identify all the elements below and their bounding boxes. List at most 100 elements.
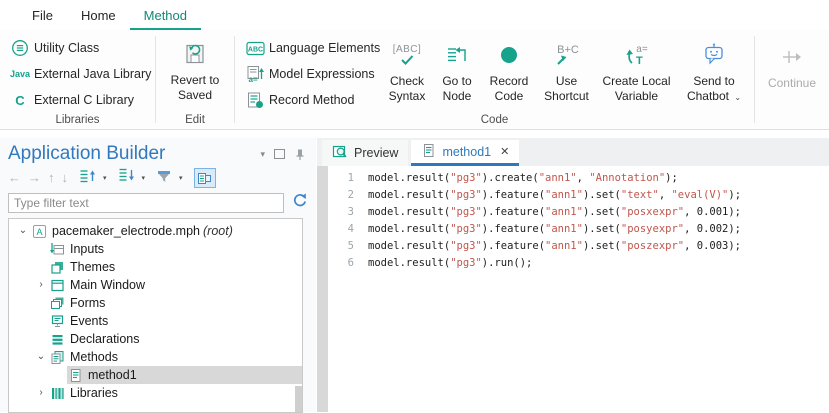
- chevron-down-icon[interactable]: ⌄: [15, 222, 31, 240]
- group-label-edit: Edit: [156, 114, 234, 126]
- check-syntax-button[interactable]: [ABC] Check Syntax: [383, 35, 431, 103]
- model-expressions-button[interactable]: a= Model Expressions: [235, 61, 383, 87]
- tree-item-label: Libraries: [70, 386, 118, 400]
- editor-area: Preview method1 ✕ 123456 model.result("p…: [317, 138, 829, 412]
- svg-text:A: A: [36, 227, 42, 237]
- method-doc-icon: [67, 368, 83, 383]
- ribbon-group-continue: Continue: [755, 30, 829, 129]
- language-elements-button[interactable]: ABC Language Elements: [235, 35, 383, 61]
- line-number: 4: [328, 221, 354, 238]
- record-code-icon: [499, 38, 519, 72]
- tree-scrollbar-thumb[interactable]: [295, 386, 302, 412]
- tree-item-label: Declarations: [70, 332, 139, 346]
- tree-item-label: Methods: [70, 350, 118, 364]
- back-icon[interactable]: ←: [8, 170, 21, 186]
- expand-list-icon[interactable]: [79, 168, 96, 188]
- utility-class-button[interactable]: Utility Class: [0, 35, 155, 61]
- tree-item-events[interactable]: Events: [9, 312, 302, 330]
- tree-item-main-window[interactable]: ›Main Window: [9, 276, 302, 294]
- tree-item-declarations[interactable]: Declarations: [9, 330, 302, 348]
- application-builder-panel: Application Builder ▾ ← → ↑ ↓ ▾ ▾ ▾: [0, 138, 316, 412]
- chevron-right-icon[interactable]: ›: [33, 276, 49, 294]
- tree-item-label: pacemaker_electrode.mph: [52, 224, 200, 238]
- editor-tabstrip: Preview method1 ✕: [317, 138, 829, 166]
- external-java-library-button[interactable]: Java External Java Library: [0, 61, 155, 87]
- tab-method1[interactable]: method1 ✕: [411, 140, 519, 166]
- chevron-down-icon[interactable]: ▾: [179, 174, 183, 182]
- go-to-node-icon: [446, 38, 468, 72]
- model-expressions-label: Model Expressions: [269, 67, 375, 81]
- tree-item-pacemaker-electrode-mph[interactable]: ⌄ Apacemaker_electrode.mph(root): [9, 222, 302, 240]
- chevron-down-icon[interactable]: ▾: [142, 174, 146, 182]
- tree-item-suffix: (root): [203, 224, 233, 238]
- tab-method[interactable]: Method: [130, 0, 201, 30]
- external-c-library-button[interactable]: C External C Library: [0, 87, 155, 113]
- tree-item-method1[interactable]: method1: [9, 366, 302, 384]
- tab-home[interactable]: Home: [67, 0, 130, 30]
- revert-to-saved-button[interactable]: Revert to Saved: [156, 30, 234, 102]
- inputs-icon: [49, 242, 65, 257]
- external-c-library-label: External C Library: [34, 93, 134, 107]
- tree-item-libraries[interactable]: › Libraries: [9, 384, 302, 402]
- send-to-chatbot-label: Send to Chatbot ⌄: [678, 74, 750, 105]
- collapse-list-icon[interactable]: [118, 168, 135, 188]
- use-shortcut-icon: B+C: [554, 38, 580, 72]
- pin-icon[interactable]: [294, 148, 306, 161]
- preview-icon: [332, 144, 348, 162]
- main-window-icon: [49, 278, 65, 293]
- tab-file[interactable]: File: [18, 0, 67, 30]
- panel-menu-icon[interactable]: ▾: [260, 149, 265, 160]
- tree-item-forms[interactable]: Forms: [9, 294, 302, 312]
- app-tree[interactable]: ⌄ Apacemaker_electrode.mph(root) InputsThe…: [8, 218, 303, 413]
- record-code-button[interactable]: Record Code: [483, 35, 535, 103]
- tree-item-methods[interactable]: ⌄ Methods: [9, 348, 302, 366]
- tree-item-themes[interactable]: Themes: [9, 258, 302, 276]
- svg-text:a=: a=: [636, 44, 648, 55]
- record-method-button[interactable]: Record Method: [235, 87, 383, 113]
- ribbon-tabbar: File Home Method: [0, 0, 829, 30]
- continue-icon: [780, 40, 804, 74]
- model-expressions-icon: a=: [241, 65, 269, 83]
- use-shortcut-button[interactable]: B+C Use Shortcut: [538, 35, 595, 103]
- record-method-label: Record Method: [269, 93, 354, 107]
- breakpoint-gutter[interactable]: [317, 166, 328, 412]
- java-icon: Java: [6, 69, 34, 79]
- chevron-down-icon[interactable]: ⌄: [33, 348, 49, 366]
- chevron-right-icon[interactable]: ›: [33, 384, 49, 402]
- refresh-icon[interactable]: [292, 192, 308, 213]
- forms-icon: [49, 296, 65, 311]
- language-elements-icon: ABC: [241, 41, 269, 56]
- show-all-toggle[interactable]: [194, 168, 216, 188]
- filter-input[interactable]: [8, 193, 284, 213]
- revert-to-saved-icon: [182, 37, 208, 71]
- themes-icon: [49, 260, 65, 275]
- methods-icon: [49, 350, 65, 365]
- code-line: model.result("pg3").run();: [368, 255, 829, 272]
- close-icon[interactable]: ✕: [500, 145, 509, 158]
- use-shortcut-label: Use Shortcut: [538, 74, 595, 103]
- declarations-icon: [49, 332, 65, 347]
- line-number: 6: [328, 255, 354, 272]
- forward-icon[interactable]: →: [28, 170, 41, 186]
- move-node-down-icon[interactable]: ↓: [62, 170, 69, 186]
- send-to-chatbot-icon: [701, 38, 727, 72]
- chevron-down-icon: ⌄: [734, 93, 741, 102]
- line-number: 1: [328, 170, 354, 187]
- tree-item-inputs[interactable]: Inputs: [9, 240, 302, 258]
- go-to-node-button[interactable]: Go to Node: [434, 35, 480, 103]
- send-to-chatbot-button[interactable]: Send to Chatbot ⌄: [678, 35, 750, 105]
- code-editor[interactable]: 123456 model.result("pg3").create("ann1"…: [317, 166, 829, 412]
- chevron-down-icon[interactable]: ▾: [103, 174, 107, 182]
- ribbon: Utility Class Java External Java Library…: [0, 30, 829, 130]
- filter-icon[interactable]: [156, 169, 172, 188]
- tree-item-label: Forms: [70, 296, 105, 310]
- continue-button[interactable]: Continue: [757, 30, 827, 129]
- move-node-up-icon[interactable]: ↑: [48, 170, 55, 186]
- float-panel-icon[interactable]: [274, 149, 285, 159]
- tab-preview[interactable]: Preview: [322, 140, 408, 166]
- continue-label: Continue: [768, 76, 816, 91]
- revert-to-saved-label: Revert to Saved: [171, 73, 220, 102]
- create-local-variable-button[interactable]: a=T Create Local Variable: [598, 35, 675, 103]
- create-local-variable-icon: a=T: [624, 38, 650, 72]
- svg-text:T: T: [636, 55, 643, 67]
